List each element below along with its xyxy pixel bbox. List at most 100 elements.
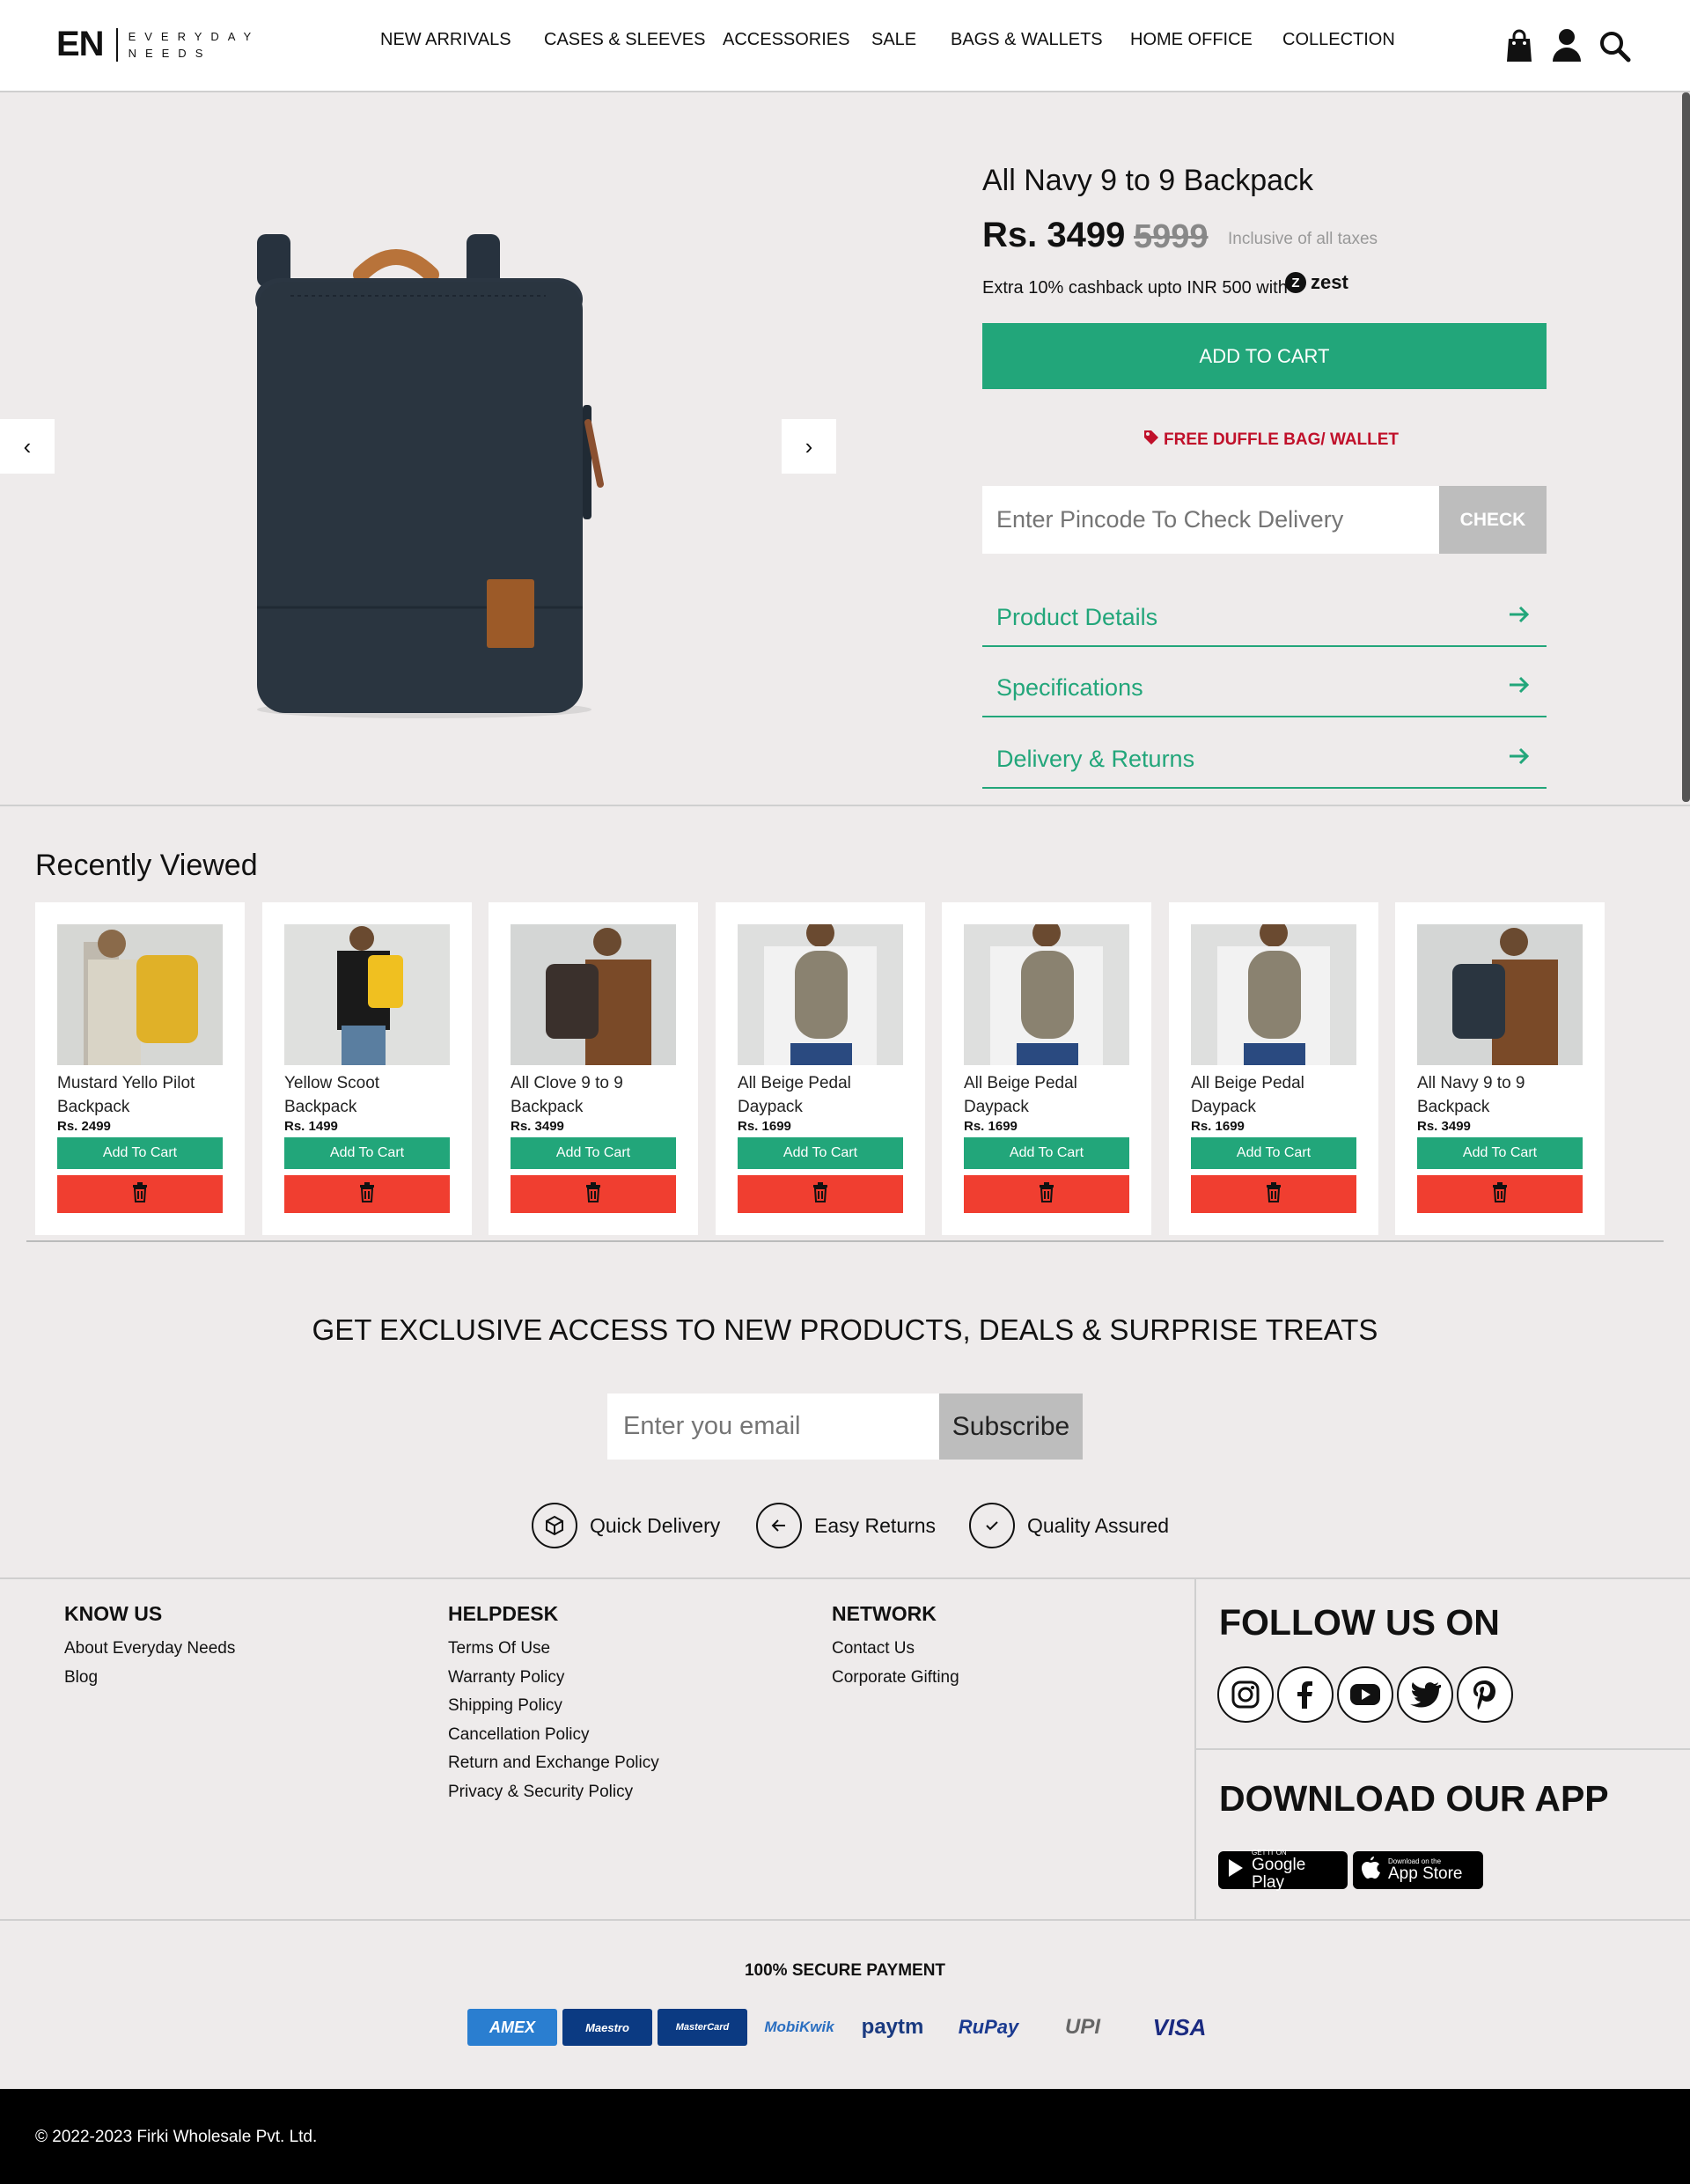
- recent-product-image[interactable]: [57, 924, 223, 1065]
- visa-logo: VISA: [1152, 2013, 1207, 2041]
- nav-sale[interactable]: SALE: [871, 30, 916, 50]
- tax-note: Inclusive of all taxes: [1228, 230, 1378, 248]
- logo-line-2: NEEDS: [128, 46, 212, 60]
- check-button[interactable]: CHECK: [1439, 486, 1547, 554]
- accordion-delivery-returns[interactable]: Delivery & Returns: [982, 731, 1547, 789]
- pincode-input[interactable]: [982, 486, 1439, 554]
- arrow-right-icon: [1508, 746, 1531, 773]
- subscribe-button[interactable]: Subscribe: [939, 1393, 1083, 1460]
- remove-button[interactable]: [284, 1175, 450, 1213]
- recent-product-image[interactable]: [284, 924, 450, 1065]
- recent-product-card[interactable]: All Beige Pedal Daypack Rs. 1699 Add To …: [942, 902, 1151, 1235]
- recent-product-price: Rs. 1699: [738, 1119, 791, 1134]
- app-store-badge[interactable]: Download on the App Store: [1353, 1851, 1483, 1889]
- trash-icon: [358, 1181, 376, 1207]
- remove-button[interactable]: [57, 1175, 223, 1213]
- section-divider: [0, 805, 1690, 806]
- footer-link[interactable]: Return and Exchange Policy: [448, 1749, 659, 1778]
- add-to-cart-button[interactable]: Add To Cart: [284, 1137, 450, 1169]
- remove-button[interactable]: [1191, 1175, 1356, 1213]
- feature-label: Quick Delivery: [590, 1513, 721, 1537]
- accordion-specifications[interactable]: Specifications: [982, 659, 1547, 717]
- remove-button[interactable]: [738, 1175, 903, 1213]
- accordion-label: Delivery & Returns: [996, 745, 1195, 772]
- shopping-bag-icon[interactable]: [1502, 26, 1537, 65]
- tag-icon: [1143, 429, 1160, 452]
- footer-heading: HELPDESK: [448, 1602, 559, 1625]
- twitter-icon[interactable]: [1397, 1666, 1453, 1723]
- recent-product-name[interactable]: All Navy 9 to 9 Backpack: [1417, 1071, 1584, 1119]
- amex-logo: AMEX: [467, 2009, 557, 2046]
- nav-new-arrivals[interactable]: NEW ARRIVALS: [380, 30, 511, 50]
- box-icon: [532, 1503, 577, 1548]
- remove-button[interactable]: [964, 1175, 1129, 1213]
- recent-product-name[interactable]: All Clove 9 to 9 Backpack: [511, 1071, 678, 1119]
- facebook-icon[interactable]: [1277, 1666, 1334, 1723]
- recent-product-name[interactable]: Yellow Scoot Backpack: [284, 1071, 452, 1119]
- recent-product-card[interactable]: Mustard Yello Pilot Backpack Rs. 2499 Ad…: [35, 902, 245, 1235]
- add-to-cart-button[interactable]: Add To Cart: [511, 1137, 676, 1169]
- youtube-icon[interactable]: [1337, 1666, 1393, 1723]
- checkmark-icon: [969, 1503, 1015, 1548]
- upi-logo: UPI: [1064, 2015, 1100, 2039]
- nav-accessories[interactable]: ACCESSORIES: [723, 30, 849, 50]
- footer-divider: [1194, 1748, 1690, 1750]
- recent-product-card[interactable]: All Clove 9 to 9 Backpack Rs. 3499 Add T…: [489, 902, 698, 1235]
- email-input[interactable]: [607, 1393, 939, 1460]
- store-big-label: App Store: [1388, 1864, 1463, 1883]
- remove-button[interactable]: [511, 1175, 676, 1213]
- rupay-logo: RuPay: [958, 2016, 1019, 2038]
- nav-cases-sleeves[interactable]: CASES & SLEEVES: [544, 30, 705, 50]
- footer-link[interactable]: Cancellation Policy: [448, 1721, 659, 1750]
- recent-product-image[interactable]: [738, 924, 903, 1065]
- footer-link[interactable]: Shipping Policy: [448, 1692, 659, 1721]
- recent-product-image[interactable]: [511, 924, 676, 1065]
- recent-product-card[interactable]: All Beige Pedal Daypack Rs. 1699 Add To …: [716, 902, 925, 1235]
- footer-link[interactable]: Contact Us: [832, 1635, 959, 1664]
- footer-link[interactable]: Privacy & Security Policy: [448, 1778, 659, 1807]
- footer-link[interactable]: Blog: [64, 1664, 235, 1693]
- nav-home-office[interactable]: HOME OFFICE: [1130, 30, 1253, 50]
- carousel-prev-button[interactable]: ‹: [0, 419, 55, 474]
- recent-product-card[interactable]: Yellow Scoot Backpack Rs. 1499 Add To Ca…: [262, 902, 472, 1235]
- footer-heading: NETWORK: [832, 1602, 937, 1625]
- recent-product-image[interactable]: [1417, 924, 1583, 1065]
- footer-link[interactable]: Terms Of Use: [448, 1635, 659, 1664]
- google-play-badge[interactable]: GET IT ON Google Play: [1218, 1849, 1348, 1892]
- add-to-cart-button[interactable]: Add To Cart: [738, 1137, 903, 1169]
- add-to-cart-button[interactable]: Add To Cart: [57, 1137, 223, 1169]
- user-icon[interactable]: [1549, 26, 1584, 65]
- mastercard-logo: MasterCard: [658, 2009, 747, 2046]
- recent-product-name[interactable]: All Beige Pedal Daypack: [738, 1071, 905, 1119]
- feature-quick-delivery: Quick Delivery: [532, 1503, 720, 1548]
- instagram-icon[interactable]: [1217, 1666, 1274, 1723]
- add-to-cart-button[interactable]: Add To Cart: [1191, 1137, 1356, 1169]
- recent-product-image[interactable]: [964, 924, 1129, 1065]
- add-to-cart-button[interactable]: ADD TO CART: [982, 323, 1547, 389]
- footer-link[interactable]: About Everyday Needs: [64, 1635, 235, 1664]
- recent-product-card[interactable]: All Navy 9 to 9 Backpack Rs. 3499 Add To…: [1395, 902, 1605, 1235]
- offer-badge: FREE DUFFLE BAG/ WALLET: [1143, 429, 1399, 452]
- footer-heading: KNOW US: [64, 1602, 163, 1625]
- add-to-cart-button[interactable]: Add To Cart: [964, 1137, 1129, 1169]
- recent-product-name[interactable]: Mustard Yello Pilot Backpack: [57, 1071, 224, 1119]
- nav-bags-wallets[interactable]: BAGS & WALLETS: [951, 30, 1103, 50]
- accordion-product-details[interactable]: Product Details: [982, 589, 1547, 647]
- add-to-cart-button[interactable]: Add To Cart: [1417, 1137, 1583, 1169]
- apple-icon: [1362, 1857, 1381, 1884]
- nav-collection[interactable]: COLLECTION: [1282, 30, 1395, 50]
- scrollbar[interactable]: [1682, 92, 1690, 802]
- carousel-next-button[interactable]: ›: [782, 419, 836, 474]
- recent-product-name[interactable]: All Beige Pedal Daypack: [1191, 1071, 1358, 1119]
- footer-link[interactable]: Corporate Gifting: [832, 1664, 959, 1693]
- store-big-label: Google Play: [1252, 1856, 1306, 1892]
- recent-product-name[interactable]: All Beige Pedal Daypack: [964, 1071, 1131, 1119]
- search-icon[interactable]: [1597, 26, 1632, 65]
- remove-button[interactable]: [1417, 1175, 1583, 1213]
- footer-link[interactable]: Warranty Policy: [448, 1664, 659, 1693]
- feature-label: Easy Returns: [814, 1513, 937, 1537]
- recent-product-card[interactable]: All Beige Pedal Daypack Rs. 1699 Add To …: [1169, 902, 1378, 1235]
- pinterest-icon[interactable]: [1457, 1666, 1513, 1723]
- recent-product-image[interactable]: [1191, 924, 1356, 1065]
- brand-logo[interactable]: EN EVERYDAY NEEDS: [56, 25, 260, 64]
